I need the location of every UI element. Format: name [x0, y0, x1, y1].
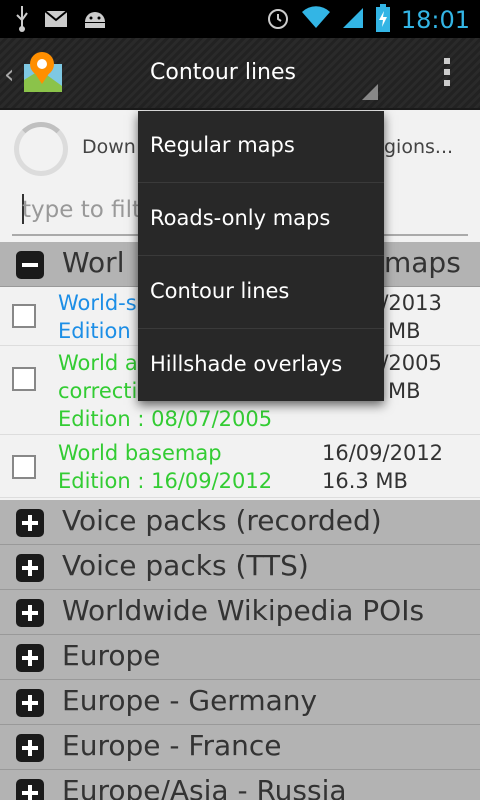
status-bar: 18:01: [0, 0, 480, 38]
item-size: MB: [388, 319, 421, 343]
clock: 18:01: [400, 6, 470, 34]
item-checkbox[interactable]: [12, 455, 36, 479]
item-title: World basemap: [58, 441, 222, 465]
battery-charging-icon: [375, 4, 391, 36]
group-label: Voice packs (recorded): [62, 504, 382, 537]
expand-icon: [16, 734, 44, 762]
item-size: MB: [388, 379, 421, 403]
gmail-icon: [44, 9, 68, 33]
option-label: Contour lines: [150, 279, 290, 303]
expand-icon: [16, 644, 44, 672]
item-size: 16.3 MB: [322, 469, 408, 493]
list-item[interactable]: World basemap Edition : 16/09/2012 16/09…: [0, 436, 480, 498]
expand-icon: [16, 599, 44, 627]
up-chevron-icon[interactable]: ‹: [4, 60, 14, 90]
group-label: Europe: [62, 639, 161, 672]
option-label: Roads-only maps: [150, 206, 331, 230]
expand-icon: [16, 689, 44, 717]
item-title: World a: [58, 351, 138, 375]
item-checkbox[interactable]: [12, 304, 36, 328]
item-date: 16/09/2012: [322, 441, 444, 465]
overflow-menu-icon[interactable]: [444, 58, 450, 91]
item-title-cont: correcti: [58, 379, 138, 403]
option-label: Hillshade overlays: [150, 352, 343, 376]
group-header-wikipedia[interactable]: Worldwide Wikipedia POIs: [0, 590, 480, 635]
dropdown-option-regular-maps[interactable]: Regular maps: [138, 111, 384, 183]
group-header-voice-recorded[interactable]: Voice packs (recorded): [0, 500, 480, 545]
group-label-tail: maps: [384, 246, 461, 279]
expand-icon: [16, 779, 44, 800]
item-edition: Edition: [58, 319, 131, 343]
dropdown-option-roads-only[interactable]: Roads-only maps: [138, 184, 384, 256]
osmand-logo-icon[interactable]: [20, 50, 66, 96]
progress-spinner: [14, 122, 68, 176]
collapse-icon: [16, 251, 44, 279]
android-icon: [82, 8, 108, 34]
group-label: Worldwide Wikipedia POIs: [62, 594, 425, 627]
group-label: Europe - Germany: [62, 684, 318, 717]
group-label: Europe - France: [62, 729, 282, 762]
alarm-icon: [265, 5, 291, 35]
usb-icon: [14, 6, 30, 36]
progress-label-head: Down: [82, 136, 136, 158]
wifi-icon: [301, 6, 331, 34]
option-label: Regular maps: [150, 133, 295, 157]
group-label: Voice packs (TTS): [62, 549, 309, 582]
group-header-europe[interactable]: Europe: [0, 635, 480, 680]
group-header-europe-france[interactable]: Europe - France: [0, 725, 480, 770]
progress-label-tail: gions...: [384, 136, 454, 158]
group-label: Europe/Asia - Russia: [62, 774, 347, 800]
item-edition: Edition : 08/07/2005: [58, 407, 273, 431]
spinner-indicator-icon: [362, 84, 378, 100]
expand-icon: [16, 554, 44, 582]
map-type-dropdown: Regular maps Roads-only maps Contour lin…: [138, 111, 384, 401]
group-header-europe-germany[interactable]: Europe - Germany: [0, 680, 480, 725]
map-type-spinner[interactable]: Contour lines: [150, 60, 296, 85]
item-checkbox[interactable]: [12, 367, 36, 391]
group-label-head: Worl: [62, 246, 125, 279]
item-edition: Edition : 16/09/2012: [58, 469, 273, 493]
dropdown-option-hillshade[interactable]: Hillshade overlays: [138, 330, 384, 402]
action-bar: ‹ Contour lines: [0, 38, 480, 110]
group-header-voice-tts[interactable]: Voice packs (TTS): [0, 545, 480, 590]
item-title: World-s: [58, 291, 137, 315]
group-header-europe-asia-russia[interactable]: Europe/Asia - Russia: [0, 770, 480, 800]
expand-icon: [16, 509, 44, 537]
signal-icon: [341, 6, 365, 34]
dropdown-option-contour-lines[interactable]: Contour lines: [138, 257, 384, 329]
